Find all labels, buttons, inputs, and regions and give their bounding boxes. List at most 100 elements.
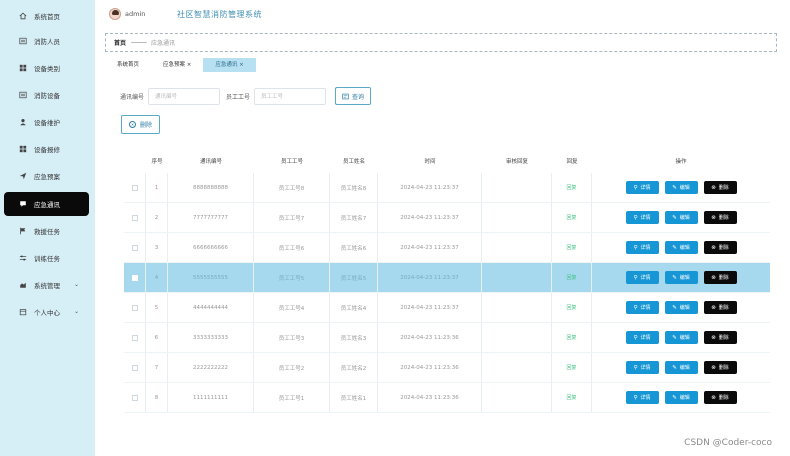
tab-emergency-comm[interactable]: 应急通讯 × (203, 58, 256, 72)
eno-search-input[interactable]: 员工工号 (254, 87, 327, 105)
sidebar-item-3[interactable]: 设备类别 (4, 56, 89, 80)
sidebar-item-7[interactable]: 应急预案 (4, 164, 89, 188)
avatar[interactable] (109, 8, 121, 20)
cell-eno: 员工工号8 (254, 173, 330, 202)
cell-ename: 员工姓名4 (330, 293, 378, 322)
reply-link[interactable]: 回复 (566, 304, 576, 311)
detail-button[interactable]: ⚲ 详情 (625, 331, 659, 344)
detail-button[interactable]: ⚲ 详情 (625, 391, 659, 404)
sidebar-item-8[interactable]: 应急通讯 (4, 192, 89, 216)
delete-button[interactable]: ⊗ 删除 (703, 211, 737, 224)
edit-button[interactable]: ✎ 编辑 (664, 361, 698, 374)
batch-delete-button[interactable]: ✕ 删除 (121, 115, 161, 134)
delete-button[interactable]: ⊗ 删除 (703, 361, 737, 374)
delete-button[interactable]: ⊗ 删除 (703, 181, 737, 194)
sidebar-item-11[interactable]: 系统管理 ⌄ (4, 273, 89, 297)
query-button[interactable]: 查询 (335, 87, 372, 105)
sidebar-item-12[interactable]: 个人中心 ⌄ (4, 300, 89, 324)
table-row[interactable]: 6 3333333333 员工工号3 员工姓名3 2024-04-23 11:23:36… (124, 323, 770, 353)
sidebar-item-label: 训练任务 (34, 255, 60, 263)
delete-button[interactable]: ⊗ 删除 (703, 331, 737, 344)
edit-button[interactable]: ✎ 编辑 (664, 391, 698, 404)
cell-ops: ⚲ 详情 ✎ 编辑 ⊗ 删除 (592, 271, 770, 284)
delete-button[interactable]: ⊗ 删除 (703, 301, 737, 314)
edit-button[interactable]: ✎ 编辑 (664, 211, 698, 224)
tab-emergency-plan[interactable]: 应急预案 × (151, 58, 203, 72)
sidebar-item-2[interactable]: 消防人员 (4, 29, 89, 53)
cell-eno: 员工工号3 (254, 323, 330, 352)
sidebar-item-1[interactable]: 系统首页 (4, 4, 89, 28)
table-row[interactable]: 2 7777777777 员工工号7 员工姓名7 2024-04-23 11:23:37… (124, 203, 770, 233)
row-checkbox[interactable] (131, 244, 138, 251)
cell-reply: 回复 (552, 173, 592, 202)
table-row[interactable]: 1 8888888888 员工工号8 员工姓名8 2024-04-23 11:23:37… (124, 173, 770, 203)
reply-link[interactable]: 回复 (566, 214, 576, 221)
reply-link[interactable]: 回复 (566, 334, 576, 341)
table-row[interactable]: 7 2222222222 员工工号2 员工姓名2 2024-04-23 11:23:36… (124, 353, 770, 383)
sliders-icon (18, 254, 27, 263)
cell-ops: ⚲ 详情 ✎ 编辑 ⊗ 删除 (592, 181, 770, 194)
reply-link[interactable]: 回复 (566, 244, 576, 251)
username[interactable]: admin (125, 10, 145, 18)
user-icon (18, 118, 27, 127)
sidebar-item-4[interactable]: 消防设备 (4, 83, 89, 107)
cell-time: 2024-04-23 11:23:37 (378, 233, 482, 262)
edit-button[interactable]: ✎ 编辑 (664, 181, 698, 194)
breadcrumb-home[interactable]: 首页 (114, 38, 126, 47)
sidebar-item-5[interactable]: 设备维护 (4, 110, 89, 134)
edit-button[interactable]: ✎ 编辑 (664, 301, 698, 314)
detail-button[interactable]: ⚲ 详情 (625, 361, 659, 374)
cog-icon (18, 281, 27, 290)
cell-code: 4444444444 (168, 293, 254, 322)
edit-button[interactable]: ✎ 编辑 (664, 271, 698, 284)
detail-button[interactable]: ⚲ 详情 (625, 301, 659, 314)
cell-ops: ⚲ 详情 ✎ 编辑 ⊗ 删除 (592, 331, 770, 344)
sidebar-item-10[interactable]: 训练任务 (4, 246, 89, 270)
cell-reply: 回复 (552, 233, 592, 262)
row-checkbox[interactable] (131, 334, 138, 341)
sidebar-item-6[interactable]: 设备报修 (4, 137, 89, 161)
detail-button[interactable]: ⚲ 详情 (625, 181, 659, 194)
cell-time: 2024-04-23 11:23:36 (378, 353, 482, 382)
cell-audit-reply (482, 203, 552, 232)
header-eno: 员工工号 (280, 158, 303, 165)
table-row[interactable]: 4 5555555555 员工工号5 员工姓名5 2024-04-23 11:23:37… (124, 263, 770, 293)
cell-reply: 回复 (552, 353, 592, 382)
pencil-icon: ✎ (672, 364, 677, 371)
delete-button[interactable]: ⊗ 删除 (703, 271, 737, 284)
row-checkbox[interactable] (131, 304, 138, 311)
row-checkbox-cell (124, 293, 146, 322)
search-icon: ⚲ (633, 364, 638, 371)
row-checkbox-cell (124, 383, 146, 412)
table-row[interactable]: 3 6666666666 员工工号6 员工姓名6 2024-04-23 11:23:37… (124, 233, 770, 263)
code-label: 通讯编号 (120, 93, 145, 101)
code-search-input[interactable]: 通讯编号 (148, 87, 221, 105)
tab-home[interactable]: 系统首页 (105, 58, 151, 72)
row-checkbox[interactable] (131, 184, 138, 191)
sidebar-item-label: 设备类别 (34, 65, 60, 73)
reply-link[interactable]: 回复 (566, 364, 576, 371)
row-checkbox[interactable] (131, 394, 138, 401)
reply-link[interactable]: 回复 (566, 274, 576, 281)
reply-link[interactable]: 回复 (566, 394, 576, 401)
detail-button[interactable]: ⚲ 详情 (625, 241, 659, 254)
sidebar-item-label: 系统首页 (34, 13, 60, 21)
edit-button[interactable]: ✎ 编辑 (664, 331, 698, 344)
row-checkbox[interactable] (131, 214, 138, 221)
sidebar-item-9[interactable]: 救援任务 (4, 219, 89, 243)
cell-eno: 员工工号2 (254, 353, 330, 382)
cell-time: 2024-04-23 11:23:37 (378, 173, 482, 202)
table-row[interactable]: 5 4444444444 员工工号4 员工姓名4 2024-04-23 11:23:37… (124, 293, 770, 323)
row-checkbox[interactable] (131, 274, 138, 281)
delete-button[interactable]: ⊗ 删除 (703, 391, 737, 404)
detail-button[interactable]: ⚲ 详情 (625, 211, 659, 224)
cell-reply: 回复 (552, 263, 592, 292)
edit-button[interactable]: ✎ 编辑 (664, 241, 698, 254)
reply-link[interactable]: 回复 (566, 184, 576, 191)
detail-button[interactable]: ⚲ 详情 (625, 271, 659, 284)
row-checkbox[interactable] (131, 364, 138, 371)
cell-time: 2024-04-23 11:23:37 (378, 293, 482, 322)
delete-button[interactable]: ⊗ 删除 (703, 241, 737, 254)
cell-code: 5555555555 (168, 263, 254, 292)
table-row[interactable]: 8 1111111111 员工工号1 员工姓名1 2024-04-23 11:23:36… (124, 383, 770, 413)
